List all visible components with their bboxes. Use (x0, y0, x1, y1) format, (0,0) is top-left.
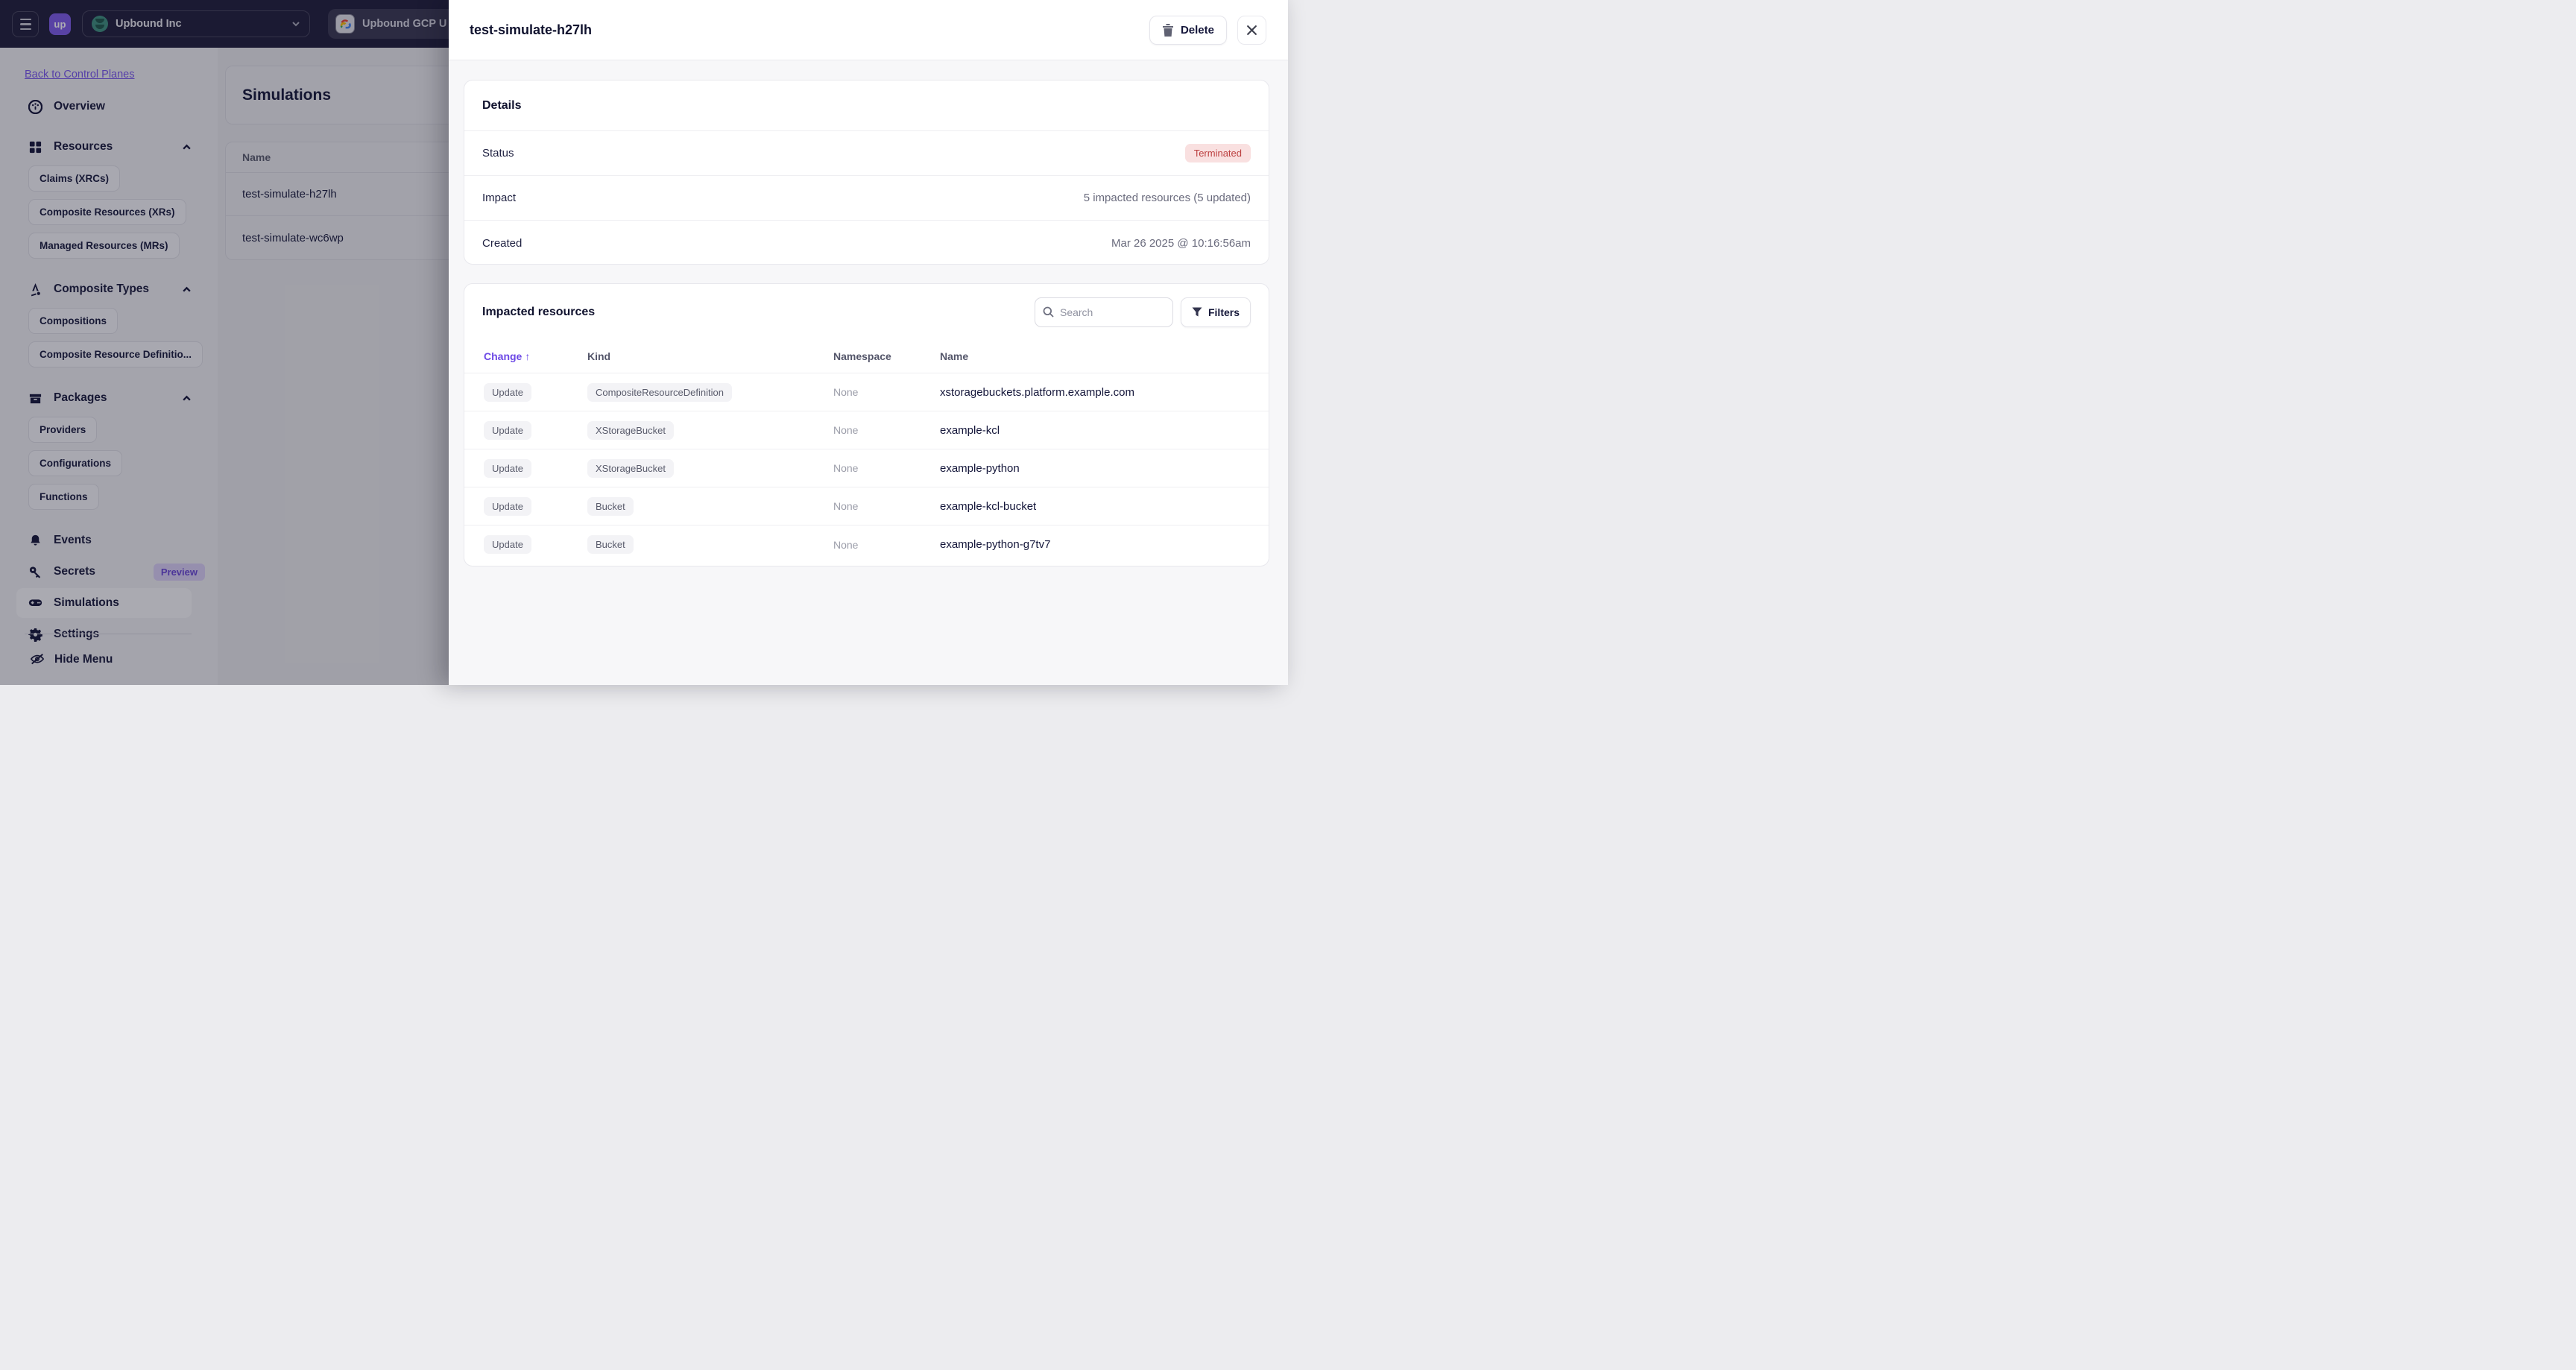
details-heading: Details (464, 81, 1269, 131)
sort-asc-icon: ↑ (525, 350, 531, 362)
name-cell: example-kcl-bucket (940, 499, 1037, 513)
namespace-cell: None (833, 424, 859, 436)
kind-pill: Bucket (587, 496, 634, 516)
delete-button-label: Delete (1180, 24, 1214, 37)
impacted-table-header: Change ↑ Kind Namespace Name (464, 340, 1269, 373)
kind-pill: XStorageBucket (587, 420, 674, 440)
column-header-namespace[interactable]: Namespace (833, 350, 940, 362)
namespace-cell: None (833, 500, 859, 512)
namespace-cell: None (833, 538, 859, 551)
filter-icon (1192, 307, 1202, 316)
status-label: Status (482, 147, 514, 160)
change-pill: Update (484, 535, 531, 554)
kind-pill: CompositeResourceDefinition (587, 382, 732, 402)
details-card: Details Status Terminated Impact 5 impac… (464, 80, 1269, 265)
search-icon (1043, 306, 1054, 318)
name-cell: example-kcl (940, 423, 1000, 437)
search-input[interactable] (1059, 306, 1165, 318)
impact-value: 5 impacted resources (5 updated) (1083, 192, 1251, 204)
change-pill: Update (484, 382, 531, 402)
namespace-cell: None (833, 386, 859, 398)
impacted-heading: Impacted resources (482, 305, 596, 318)
name-cell: example-python-g7tv7 (940, 538, 1051, 551)
drawer-title: test-simulate-h27lh (470, 22, 593, 37)
change-pill: Update (484, 420, 531, 440)
delete-button[interactable]: Delete (1149, 16, 1227, 45)
change-pill: Update (484, 496, 531, 516)
simulation-detail-drawer: test-simulate-h27lh Delete Details Statu… (449, 0, 1288, 685)
created-row: Created Mar 26 2025 @ 10:16:56am (464, 221, 1269, 265)
filters-button-label: Filters (1208, 306, 1240, 318)
table-row[interactable]: Update XStorageBucket None example-pytho… (464, 449, 1269, 487)
table-row[interactable]: Update XStorageBucket None example-kcl (464, 411, 1269, 449)
impact-label: Impact (482, 192, 517, 204)
close-button[interactable] (1237, 16, 1266, 45)
trash-icon (1162, 24, 1173, 37)
table-row[interactable]: Update Bucket None example-kcl-bucket (464, 487, 1269, 525)
drawer-header: test-simulate-h27lh Delete (449, 0, 1288, 60)
search-box (1034, 297, 1173, 327)
impacted-header: Impacted resources Filters (464, 284, 1269, 340)
column-header-kind[interactable]: Kind (587, 350, 833, 362)
impact-row: Impact 5 impacted resources (5 updated) (464, 176, 1269, 221)
impacted-resources-card: Impacted resources Filters Change ↑ Kind… (464, 283, 1269, 566)
status-row: Status Terminated (464, 131, 1269, 176)
kind-pill: Bucket (587, 535, 634, 554)
created-value: Mar 26 2025 @ 10:16:56am (1111, 236, 1251, 250)
filters-button[interactable]: Filters (1180, 297, 1251, 327)
column-header-name[interactable]: Name (940, 350, 1269, 362)
table-row[interactable]: Update CompositeResourceDefinition None … (464, 373, 1269, 411)
table-row[interactable]: Update Bucket None example-python-g7tv7 (464, 525, 1269, 564)
name-cell: example-python (940, 461, 1020, 475)
change-pill: Update (484, 458, 531, 478)
created-label: Created (482, 236, 523, 250)
namespace-cell: None (833, 462, 859, 474)
status-badge: Terminated (1184, 144, 1251, 162)
close-icon (1247, 25, 1257, 35)
kind-pill: XStorageBucket (587, 458, 674, 478)
column-header-change[interactable]: Change ↑ (484, 350, 587, 362)
name-cell: xstoragebuckets.platform.example.com (940, 385, 1134, 399)
